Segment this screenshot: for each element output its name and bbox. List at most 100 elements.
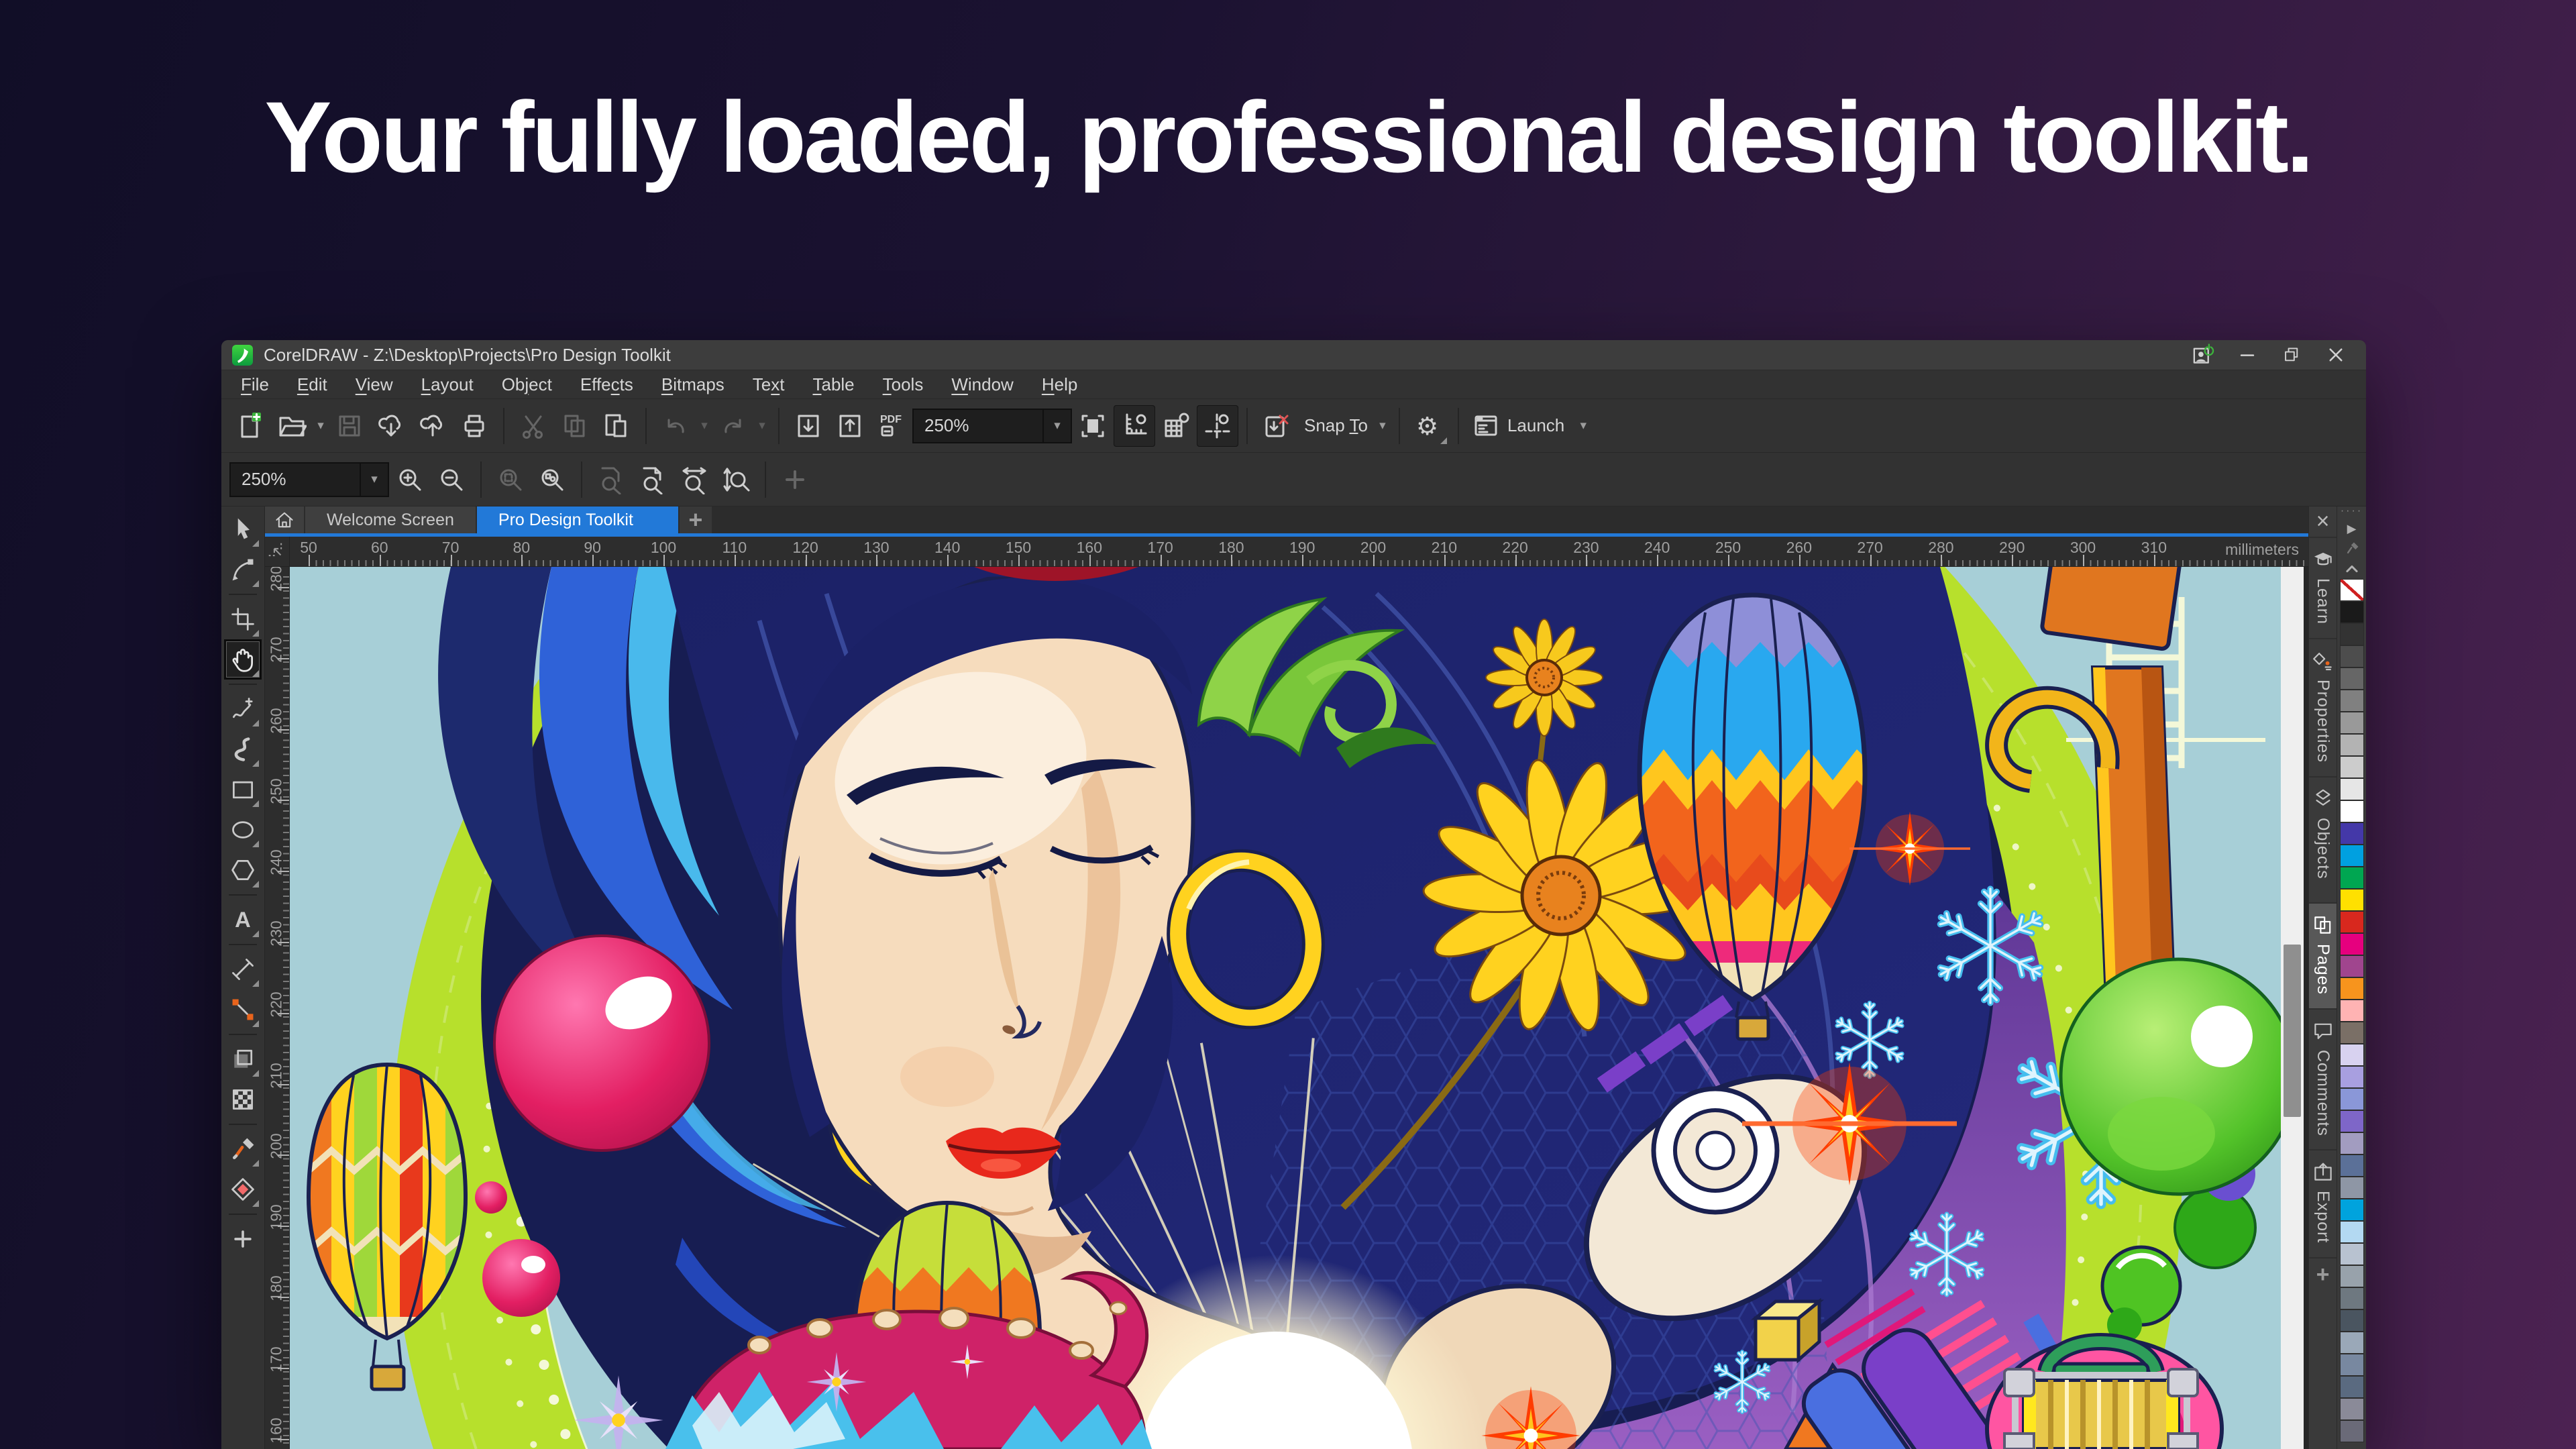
palette-swatch[interactable] xyxy=(2340,690,2364,712)
pan-tool[interactable] xyxy=(224,639,262,680)
palette-swatch[interactable] xyxy=(2340,1066,2364,1088)
palette-flyout-button[interactable]: ▶ xyxy=(2337,519,2366,539)
sign-in-button[interactable] xyxy=(2184,341,2222,368)
palette-swatch[interactable] xyxy=(2340,955,2364,977)
menu-bitmaps[interactable]: Bitmaps xyxy=(647,370,739,398)
menu-help[interactable]: Help xyxy=(1028,370,1091,398)
cloud-download-button[interactable] xyxy=(370,405,412,447)
print-button[interactable] xyxy=(453,405,495,447)
docker-tab-comments[interactable]: Comments xyxy=(2309,1008,2337,1150)
palette-swatch[interactable] xyxy=(2340,911,2364,933)
document-tab-welcome-screen[interactable]: Welcome Screen xyxy=(305,506,476,533)
scrollbar-thumb[interactable] xyxy=(2284,945,2301,1117)
menu-file[interactable]: File xyxy=(227,370,283,398)
dimension-tool[interactable] xyxy=(224,949,262,989)
palette-swatch[interactable] xyxy=(2340,601,2364,623)
shape-tool[interactable] xyxy=(224,549,262,590)
menu-edit[interactable]: Edit xyxy=(283,370,341,398)
palette-eyedropper-button[interactable] xyxy=(2337,539,2366,559)
snap-off-button[interactable] xyxy=(1256,405,1297,447)
customize-toolbox[interactable] xyxy=(224,1219,262,1259)
freehand-tool[interactable] xyxy=(224,689,262,729)
rectangle-tool[interactable] xyxy=(224,769,262,810)
cloud-upload-button[interactable] xyxy=(412,405,453,447)
snap-to-label[interactable]: Snap To xyxy=(1297,415,1375,436)
ruler-origin-icon[interactable] xyxy=(265,537,290,566)
save-button[interactable] xyxy=(329,405,370,447)
redo-button[interactable] xyxy=(712,405,754,447)
close-button[interactable] xyxy=(2316,341,2355,368)
palette-swatch[interactable] xyxy=(2340,1132,2364,1155)
palette-swatch[interactable] xyxy=(2340,734,2364,756)
options-gear-button[interactable]: ⚙ xyxy=(1408,405,1450,447)
palette-grip[interactable]: ···· xyxy=(2341,506,2363,519)
grid-toggle-button[interactable] xyxy=(1155,405,1197,447)
palette-swatch[interactable] xyxy=(2340,800,2364,822)
zoom-level-dropdown[interactable]: ▾ xyxy=(361,462,389,497)
palette-swatch[interactable] xyxy=(2340,645,2364,667)
palette-swatch[interactable] xyxy=(2340,933,2364,955)
palette-swatch[interactable] xyxy=(2340,667,2364,690)
rulers-toggle-button[interactable] xyxy=(1114,405,1155,447)
ellipse-tool[interactable] xyxy=(224,810,262,850)
palette-scroll-up-button[interactable] xyxy=(2337,559,2366,579)
home-tab[interactable] xyxy=(265,506,304,533)
palette-swatch[interactable] xyxy=(2340,867,2364,889)
menu-object[interactable]: Object xyxy=(488,370,566,398)
pick-tool[interactable] xyxy=(224,509,262,549)
palette-swatch[interactable] xyxy=(2340,623,2364,645)
palette-swatch[interactable] xyxy=(2340,1022,2364,1044)
palette-swatch[interactable] xyxy=(2340,889,2364,911)
open-folder-button[interactable] xyxy=(271,405,313,447)
palette-swatch[interactable] xyxy=(2340,1000,2364,1022)
zoom-level-input[interactable]: 250% xyxy=(229,462,361,497)
paste-button[interactable] xyxy=(596,405,637,447)
document-tab-pro-design-toolkit[interactable]: Pro Design Toolkit xyxy=(477,506,678,533)
zoom-selected-button[interactable] xyxy=(490,459,531,500)
open-folder-dropdown[interactable]: ▾ xyxy=(313,418,329,433)
palette-swatch[interactable] xyxy=(2340,1243,2364,1265)
interactive-fill-tool[interactable] xyxy=(224,1169,262,1210)
zoom-page-height-button[interactable] xyxy=(715,459,757,500)
palette-swatch[interactable] xyxy=(2340,1199,2364,1221)
palette-swatch[interactable] xyxy=(2340,1110,2364,1132)
zoom-all-objects-button[interactable] xyxy=(531,459,573,500)
zoom-page-button[interactable] xyxy=(590,459,632,500)
fullscreen-preview-button[interactable] xyxy=(1072,405,1114,447)
launch-dropdown[interactable]: ▾ xyxy=(1575,418,1591,433)
menu-view[interactable]: View xyxy=(341,370,407,398)
polygon-tool[interactable] xyxy=(224,850,262,890)
docker-tab-properties[interactable]: Properties xyxy=(2309,638,2337,776)
menu-tools[interactable]: Tools xyxy=(869,370,938,398)
crop-tool[interactable] xyxy=(224,599,262,639)
artistic-media-tool[interactable] xyxy=(224,729,262,769)
vertical-scrollbar[interactable] xyxy=(2281,567,2304,1449)
zoom-in-button[interactable] xyxy=(389,459,431,500)
zoom-page-width-button[interactable] xyxy=(674,459,715,500)
menu-text[interactable]: Text xyxy=(739,370,799,398)
docker-tab-pages[interactable]: Pages xyxy=(2309,902,2337,1008)
connector-tool[interactable] xyxy=(224,989,262,1030)
palette-swatch[interactable] xyxy=(2340,1221,2364,1243)
docker-tab-learn[interactable]: Learn xyxy=(2309,537,2337,638)
drop-shadow-tool[interactable] xyxy=(224,1039,262,1079)
add-plus-button[interactable] xyxy=(774,459,816,500)
palette-swatch[interactable] xyxy=(2340,1309,2364,1332)
undo-dropdown[interactable]: ▾ xyxy=(696,418,712,433)
restore-button[interactable] xyxy=(2272,341,2311,368)
palette-swatch[interactable] xyxy=(2340,1088,2364,1110)
palette-swatch[interactable] xyxy=(2340,1332,2364,1354)
transparency-tool[interactable] xyxy=(224,1079,262,1120)
import-button[interactable] xyxy=(788,405,829,447)
palette-swatch[interactable] xyxy=(2340,1155,2364,1177)
new-document-tab-button[interactable]: + xyxy=(680,506,712,533)
text-tool[interactable]: A xyxy=(224,900,262,940)
copy-button[interactable] xyxy=(554,405,596,447)
drawing-canvas[interactable] xyxy=(290,567,2281,1449)
palette-swatch[interactable] xyxy=(2340,1376,2364,1398)
menu-table[interactable]: Table xyxy=(798,370,868,398)
snap-to-dropdown[interactable]: ▾ xyxy=(1375,418,1391,433)
palette-swatch[interactable] xyxy=(2340,579,2364,601)
palette-swatch[interactable] xyxy=(2340,1398,2364,1420)
menu-effects[interactable]: Effects xyxy=(566,370,647,398)
